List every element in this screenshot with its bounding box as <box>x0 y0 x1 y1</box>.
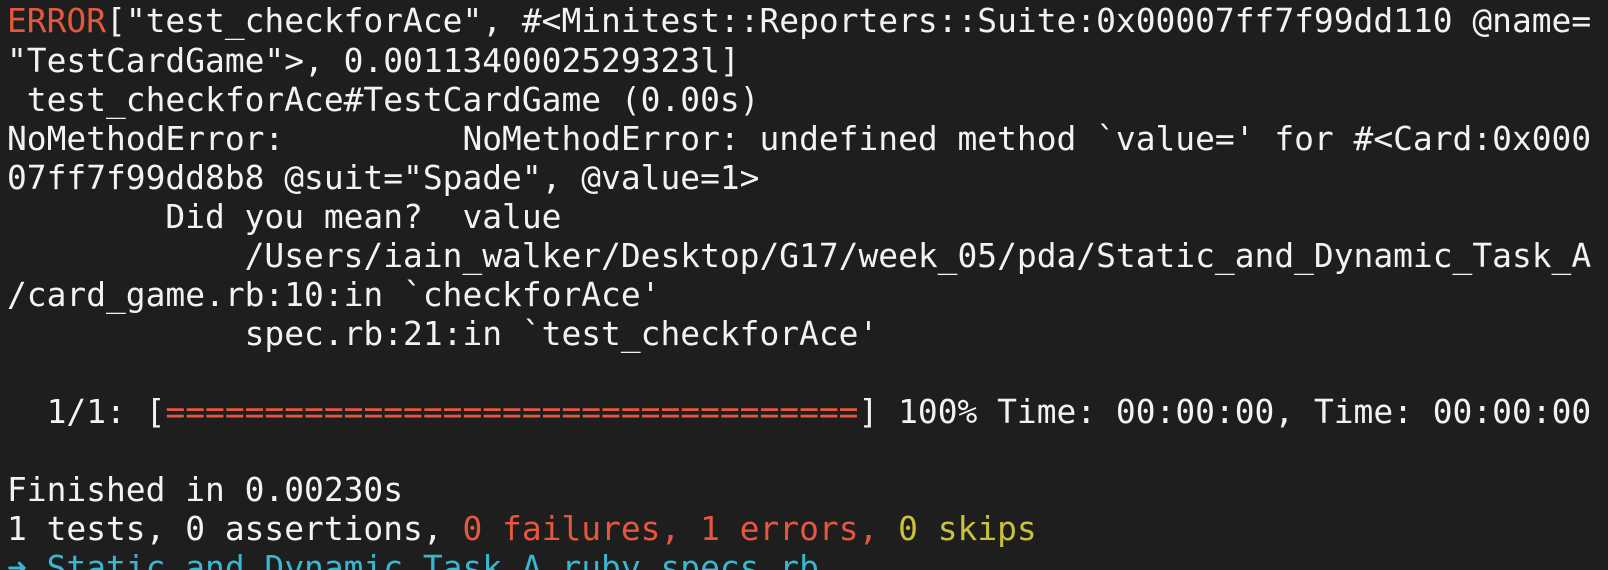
shell-prompt-line: ➜ Static_and_Dynamic_Task_A ruby specs.r… <box>7 548 819 570</box>
summary-failures: 0 failures, <box>462 509 701 548</box>
summary-line: 1 tests, 0 assertions, 0 failures, 1 err… <box>7 509 1037 549</box>
test-name-line: test_checkforAce#TestCardGame (0.00s) <box>7 80 760 119</box>
error-header-text: ["test_checkforAce", #<Minitest::Reporte… <box>106 1 1592 40</box>
stack-cardgame-line: /card_game.rb:10:in `checkforAce' <box>7 275 661 314</box>
error-header-continuation: "TestCardGame">, 0.0011340002529323l] <box>7 41 740 80</box>
summary-skips: 0 skips <box>898 509 1037 548</box>
error-header-line: ERROR["test_checkforAce", #<Minitest::Re… <box>7 1 1591 41</box>
card-object-line: 07ff7f99dd8b8 @suit="Spade", @value=1> <box>7 158 760 197</box>
finished-line: Finished in 0.00230s <box>7 470 404 509</box>
summary-errors: 1 errors, <box>700 509 899 548</box>
progress-prefix: 1/1: [ <box>7 392 166 431</box>
summary-tests-assertions: 1 tests, 0 assertions, <box>7 509 463 548</box>
did-you-mean-line: Did you mean? value <box>7 197 562 236</box>
stack-path-line: /Users/iain_walker/Desktop/G17/week_05/p… <box>7 236 1592 275</box>
progress-suffix: ] 100% Time: 00:00:00, Time: 00:00:00 <box>858 392 1592 431</box>
stack-spec-line: spec.rb:21:in `test_checkforAce' <box>7 314 879 353</box>
progress-bar: =================================== <box>165 392 859 431</box>
error-tag: ERROR <box>7 1 107 40</box>
progress-line: 1/1: [==================================… <box>7 392 1592 432</box>
nomethod-error-line: NoMethodError: NoMethodError: undefined … <box>7 119 1592 158</box>
terminal-window[interactable]: ERROR["test_checkforAce", #<Minitest::Re… <box>0 0 1608 570</box>
